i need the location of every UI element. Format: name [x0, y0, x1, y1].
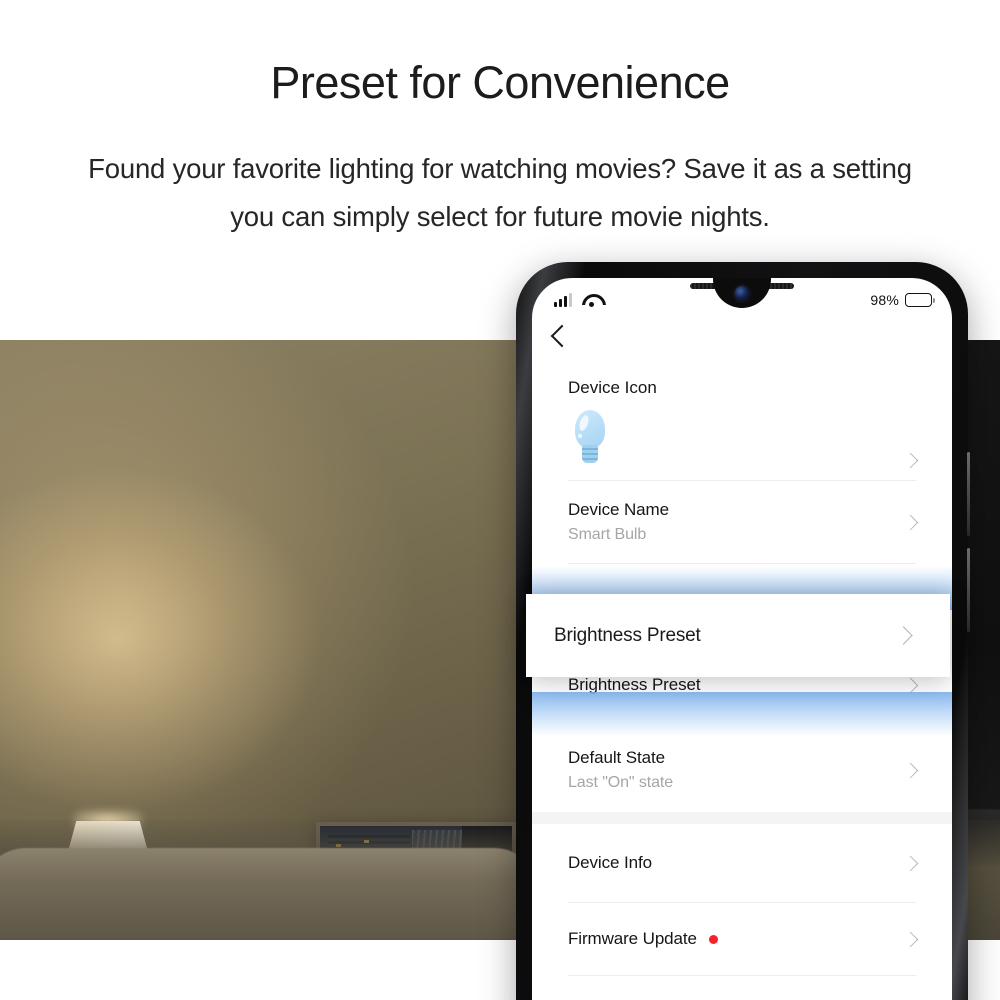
list-section-separator [532, 812, 952, 824]
chevron-right-icon [902, 514, 919, 530]
list-item-label: Device Name [568, 500, 669, 519]
chevron-right-icon [902, 931, 919, 947]
wifi-icon [582, 293, 600, 307]
chevron-right-icon [902, 855, 919, 871]
chevron-right-icon [902, 762, 919, 778]
chevron-right-icon [894, 626, 913, 645]
battery-full-icon [905, 293, 935, 307]
list-item-label: Brightness Preset [568, 675, 701, 694]
highlight-callout-label: Brightness Preset [554, 624, 701, 646]
list-item-device-info[interactable]: Device Info [532, 824, 952, 902]
battery-percent-label: 98% [870, 292, 899, 308]
page-subtitle: Found your favorite lighting for watchin… [88, 153, 912, 232]
front-camera-icon [734, 286, 750, 301]
app-navigation-bar [532, 322, 952, 368]
status-bar-left [554, 293, 600, 307]
light-bulb-icon [568, 410, 612, 466]
list-item-device-icon[interactable]: Device Icon [532, 370, 952, 480]
page-title: Preset for Convenience [270, 57, 730, 108]
list-item-value: Last "On" state [568, 774, 674, 791]
list-divider [568, 975, 916, 976]
update-available-dot-icon [708, 934, 718, 944]
list-item-label: Device Icon [568, 378, 657, 397]
chevron-right-icon [902, 677, 919, 693]
poster-root: Preset for Convenience Found your favori… [0, 0, 1000, 1000]
list-item-label: Device Info [568, 853, 652, 872]
list-item-label: Default State [568, 748, 665, 767]
list-item-value: Smart Bulb [568, 526, 647, 543]
list-item-default-state[interactable]: Default State Last "On" state [532, 728, 952, 812]
chevron-right-icon [902, 452, 919, 469]
highlight-callout-brightness-preset[interactable]: Brightness Preset [526, 594, 950, 677]
back-button[interactable] [550, 324, 574, 348]
list-item-label: Firmware Update [568, 929, 697, 948]
list-item-firmware-update[interactable]: Firmware Update [532, 903, 952, 975]
list-item-device-name[interactable]: Device Name Smart Bulb [532, 481, 952, 563]
status-bar-right: 98% [870, 292, 935, 308]
phone-volume-down-button[interactable] [967, 548, 970, 632]
phone-volume-up-button[interactable] [967, 452, 970, 536]
cellular-signal-icon [554, 293, 572, 307]
foreground-couch [0, 848, 540, 940]
